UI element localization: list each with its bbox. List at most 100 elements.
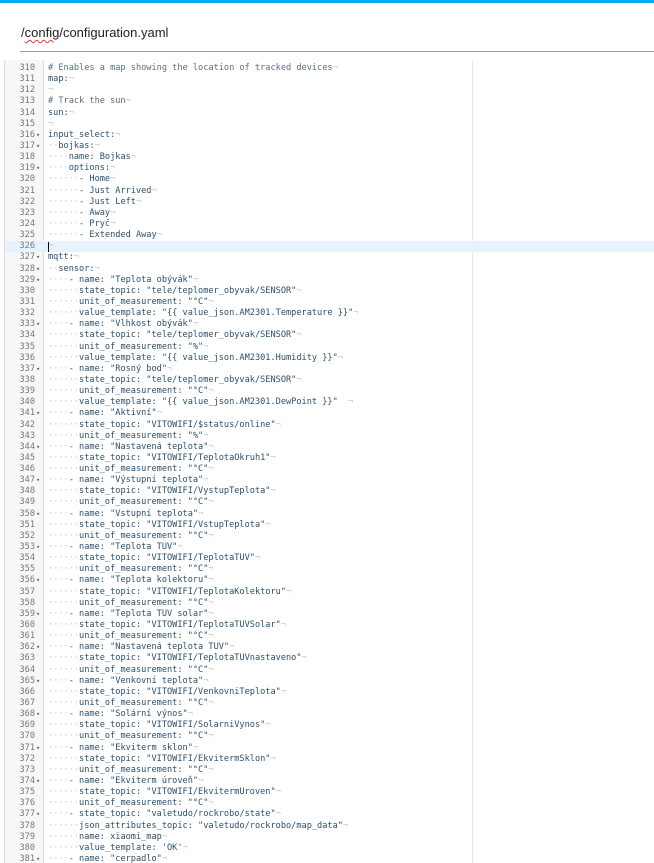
- code-line[interactable]: 343 ······unit_of_measurement: "%"¬: [5, 431, 654, 442]
- code-line[interactable]: 375 ······state_topic: "VITOWIFI/Ekviterm…: [5, 787, 654, 798]
- fold-toggle-icon[interactable]: ▾: [36, 642, 44, 653]
- code-line[interactable]: 351 ······state_topic: "VITOWIFI/VstupTep…: [5, 520, 654, 531]
- code-editor[interactable]: 310 # Enables a map showing the location …: [4, 60, 654, 863]
- code-line[interactable]: 381 ▾ ····- name: "cerpadlo"¬: [5, 854, 654, 863]
- fold-toggle-icon[interactable]: ▾: [36, 475, 44, 486]
- code-line[interactable]: 346 ······unit_of_measurement: "°C"¬: [5, 464, 654, 475]
- code-line[interactable]: 334 ······state_topic: "tele/teplomer_oby…: [5, 330, 654, 341]
- code-line[interactable]: 380 ······value_template: 'OK'¬: [5, 843, 654, 854]
- fold-toggle-icon[interactable]: ▾: [36, 776, 44, 787]
- code-line[interactable]: 319 ▾ ····options:¬: [5, 163, 654, 174]
- code-line[interactable]: 326 ¬: [5, 241, 654, 253]
- code-line[interactable]: 363 ······state_topic: "VITOWIFI/TeplotaT…: [5, 653, 654, 664]
- code-line[interactable]: 368 ▾ ····- name: "Solární výnos"¬: [5, 709, 654, 720]
- fold-toggle-icon[interactable]: ▾: [36, 264, 44, 275]
- code-line[interactable]: 354 ······state_topic: "VITOWIFI/TeplotaT…: [5, 553, 654, 564]
- code-line[interactable]: 355 ······unit_of_measurement: "°C"¬: [5, 564, 654, 575]
- code-line[interactable]: 330 ······state_topic: "tele/teplomer_oby…: [5, 286, 654, 297]
- code-text: ¬: [48, 119, 53, 130]
- code-line[interactable]: 352 ······unit_of_measurement: "°C"¬: [5, 531, 654, 542]
- code-line[interactable]: 344 ▾ ····- name: "Nastavená teplota"¬: [5, 442, 654, 453]
- code-line[interactable]: 377 ▾ ····- state_topic: "valetudo/rockrob…: [5, 809, 654, 820]
- code-line[interactable]: 341 ▾ ····- name: "Aktivní"¬: [5, 408, 654, 419]
- code-line[interactable]: 376 ······unit_of_measurement: "°C"¬: [5, 798, 654, 809]
- code-line[interactable]: 353 ▾ ····- name: "Teplota TUV"¬: [5, 542, 654, 553]
- code-line[interactable]: 335 ······unit_of_measurement: "%"¬: [5, 342, 654, 353]
- code-line[interactable]: 315 ¬: [5, 119, 654, 130]
- fold-toggle-icon[interactable]: ▾: [36, 854, 44, 863]
- code-line[interactable]: 357 ······state_topic: "VITOWIFI/TeplotaK…: [5, 587, 654, 598]
- fold-toggle-icon[interactable]: ▾: [36, 575, 44, 586]
- code-line[interactable]: 371 ▾ ····- name: "Ekviterm sklon"¬: [5, 743, 654, 754]
- code-line[interactable]: 322 ······- Just Left¬: [5, 197, 654, 208]
- code-line[interactable]: 324 ······- Pryč¬: [5, 219, 654, 230]
- code-line[interactable]: 370 ······unit_of_measurement: "°C"¬: [5, 731, 654, 742]
- fold-toggle-icon[interactable]: ▾: [36, 609, 44, 620]
- code-line[interactable]: 367 ······unit_of_measurement: "°C"¬: [5, 698, 654, 709]
- code-line[interactable]: 349 ······unit_of_measurement: "°C"¬: [5, 497, 654, 508]
- code-line[interactable]: 332 ······value_template: "{{ value_json.…: [5, 308, 654, 319]
- fold-toggle-icon[interactable]: ▾: [36, 163, 44, 174]
- code-line[interactable]: 321 ······- Just Arrived¬: [5, 186, 654, 197]
- end-of-line-marker: ¬: [203, 475, 209, 486]
- code-line[interactable]: 378 ······json_attributes_topic: "valetud…: [5, 821, 654, 832]
- fold-toggle-icon[interactable]: ▾: [36, 809, 44, 820]
- end-of-line-marker: ¬: [265, 519, 271, 530]
- code-line[interactable]: 312 ¬: [5, 85, 654, 96]
- code-line[interactable]: 314 sun:¬: [5, 108, 654, 119]
- code-line[interactable]: 348 ······state_topic: "VITOWIFI/VystupTe…: [5, 486, 654, 497]
- code-line[interactable]: 327 ▾ mqtt:¬: [5, 252, 654, 263]
- code-line[interactable]: 358 ······unit_of_measurement: "°C"¬: [5, 598, 654, 609]
- code-line[interactable]: 374 ▾ ····- name: "Ekviterm úroveň"¬: [5, 776, 654, 787]
- fold-toggle-icon[interactable]: ▾: [36, 542, 44, 553]
- fold-toggle-icon[interactable]: ▾: [36, 743, 44, 754]
- code-text: ······value_template: 'OK'¬: [48, 843, 188, 854]
- code-line[interactable]: 310 # Enables a map showing the location …: [5, 63, 654, 74]
- code-line[interactable]: 365 ▾ ····- name: "Venkovní teplota"¬: [5, 676, 654, 687]
- code-line[interactable]: 369 ······state_topic: "VITOWIFI/SolarniV…: [5, 720, 654, 731]
- code-line[interactable]: 364 ······unit_of_measurement: "°C"¬: [5, 665, 654, 676]
- fold-toggle-icon[interactable]: ▾: [36, 709, 44, 720]
- code-line[interactable]: 329 ▾ ····- name: "Teplota obývák"¬: [5, 275, 654, 286]
- code-line[interactable]: 313 # Track the sun¬: [5, 96, 654, 107]
- code-line[interactable]: 337 ▾ ····- name: "Rosný bod"¬: [5, 364, 654, 375]
- code-line[interactable]: 366 ······state_topic: "VITOWIFI/Venkovni…: [5, 687, 654, 698]
- code-line[interactable]: 325 ······- Extended Away¬: [5, 230, 654, 241]
- fold-toggle-icon[interactable]: ▾: [36, 408, 44, 419]
- code-line[interactable]: 356 ▾ ····- name: "Teplota kolektoru"¬: [5, 575, 654, 586]
- code-line[interactable]: 328 ▾ ··sensor:¬: [5, 264, 654, 275]
- code-line[interactable]: 342 ······state_topic: "VITOWIFI/$status/…: [5, 420, 654, 431]
- code-lines[interactable]: 310 # Enables a map showing the location …: [5, 63, 654, 863]
- fold-toggle-icon[interactable]: ▾: [36, 130, 44, 141]
- code-line[interactable]: 350 ▾ ····- name: "Vstupní teplota"¬: [5, 509, 654, 520]
- code-line[interactable]: 361 ······unit_of_measurement: "°C"¬: [5, 631, 654, 642]
- code-line[interactable]: 311 map:¬: [5, 74, 654, 85]
- code-line[interactable]: 360 ······state_topic: "VITOWIFI/TeplotaT…: [5, 620, 654, 631]
- code-line[interactable]: 359 ▾ ····- name: "Teplota TUV solar"¬: [5, 609, 654, 620]
- code-line[interactable]: 379 ······name: xiaomi_map¬: [5, 832, 654, 843]
- code-line[interactable]: 347 ▾ ····- name: "Výstupní teplota"¬: [5, 475, 654, 486]
- code-line[interactable]: 345 ······state_topic: "VITOWIFI/TeplotaO…: [5, 453, 654, 464]
- code-line[interactable]: 323 ······- Away¬: [5, 208, 654, 219]
- code-line[interactable]: 338 ······state_topic: "tele/teplomer_oby…: [5, 375, 654, 386]
- fold-toggle-icon[interactable]: ▾: [36, 252, 44, 263]
- fold-toggle-icon[interactable]: ▾: [36, 275, 44, 286]
- code-line[interactable]: 372 ······state_topic: "VITOWIFI/Ekviterm…: [5, 754, 654, 765]
- fold-toggle-icon[interactable]: ▾: [36, 509, 44, 520]
- code-line[interactable]: 320 ······- Home¬: [5, 174, 654, 185]
- code-line[interactable]: 373 ······unit_of_measurement: "°C"¬: [5, 765, 654, 776]
- fold-toggle-icon[interactable]: ▾: [36, 319, 44, 330]
- code-line[interactable]: 316 ▾ input_select:¬: [5, 130, 654, 141]
- fold-toggle-icon[interactable]: ▾: [36, 676, 44, 687]
- fold-toggle-icon[interactable]: ▾: [36, 442, 44, 453]
- code-line[interactable]: 331 ······unit_of_measurement: "°C"¬: [5, 297, 654, 308]
- fold-toggle-icon[interactable]: ▾: [36, 141, 44, 152]
- code-line[interactable]: 318 ····name: Bojkas¬: [5, 152, 654, 163]
- code-line[interactable]: 333 ▾ ····- name: "Vlhkost obývák"¬: [5, 319, 654, 330]
- code-line[interactable]: 362 ▾ ····- name: "Nastavená teplota TUV"¬: [5, 642, 654, 653]
- code-line[interactable]: 340 ······value_template: "{{ value_json.…: [5, 397, 654, 408]
- code-line[interactable]: 336 ······value_template: "{{ value_json.…: [5, 353, 654, 364]
- code-line[interactable]: 317 ▾ ··bojkas:¬: [5, 141, 654, 152]
- code-line[interactable]: 339 ······unit_of_measurement: "°C"¬: [5, 386, 654, 397]
- fold-toggle-icon[interactable]: ▾: [36, 364, 44, 375]
